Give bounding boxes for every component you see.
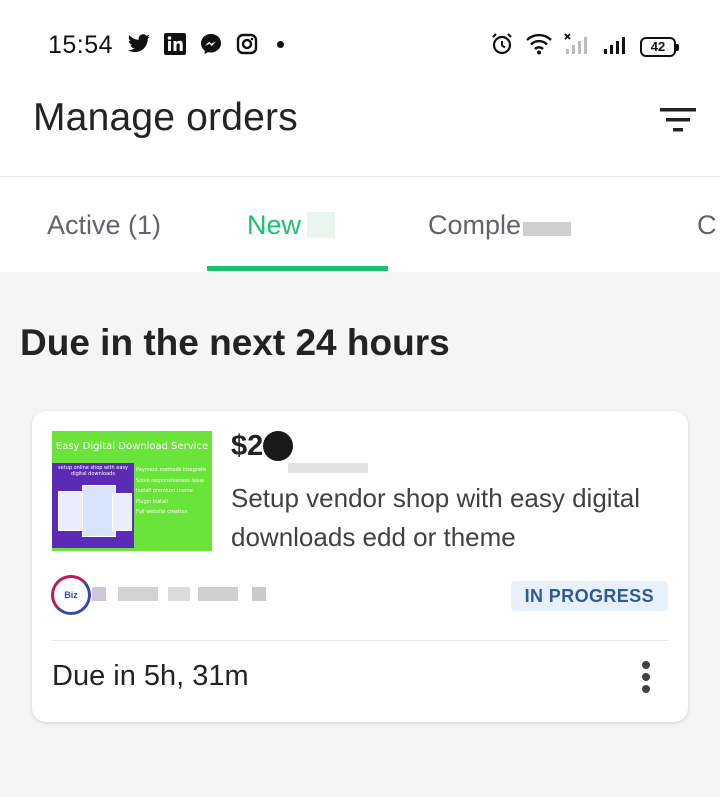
status-time: 15:54 [48, 31, 114, 59]
order-price: $2 [231, 430, 264, 462]
thumbnail-panel-text: setup online shop with easy digital down… [58, 465, 128, 477]
tab-active[interactable]: Active (1) [22, 177, 186, 272]
thumbnail-screen [58, 491, 84, 531]
filter-icon [660, 108, 696, 132]
blurred-text [523, 222, 572, 236]
thumbnail-feature-list: Payment methods integrate Solve responsi… [136, 465, 210, 518]
notification-dot-icon [277, 40, 284, 48]
status-bar: 15:54 42 [0, 0, 720, 88]
blurred-count [307, 212, 336, 238]
thumbnail-feature: Plugin Install [136, 498, 168, 505]
instagram-icon [235, 32, 259, 56]
more-dot [642, 661, 650, 669]
app-header: Manage orders [0, 88, 720, 176]
status-system-icons: 42 [490, 32, 679, 61]
thumbnail-feature: Solve responsiveness issue [136, 477, 205, 484]
blurred-username [168, 587, 190, 601]
order-description: Setup vendor shop with easy digital down… [231, 483, 641, 552]
redaction-dot [263, 431, 293, 461]
status-badge: IN PROGRESS [510, 581, 668, 611]
order-card[interactable]: Easy Digital Download Service setup onli… [32, 411, 688, 722]
alarm-icon [490, 32, 514, 61]
signal-icon [602, 33, 628, 60]
more-vertical-icon[interactable] [634, 657, 658, 697]
twitter-icon [127, 32, 151, 56]
blurred-text [288, 463, 368, 473]
tab-completed-label: Comple [428, 209, 522, 240]
thumbnail-feature: Full website creation [136, 509, 188, 515]
due-time: Due in 5h, 31m [52, 660, 249, 692]
section-title: Due in the next 24 hours [20, 322, 450, 363]
blurred-username [118, 587, 158, 601]
thumbnail-title: Easy Digital Download Service [55, 441, 209, 452]
thumbnail-feature: Payment methods integrate [136, 467, 206, 473]
wifi-icon [526, 33, 552, 60]
filter-button[interactable] [656, 98, 700, 142]
tab-cancelled[interactable]: C [697, 177, 720, 272]
thumbnail-screen [82, 485, 116, 537]
thumbnail-feature: Install premium theme [136, 488, 193, 494]
more-dot [642, 673, 650, 681]
battery-icon: 42 [640, 36, 679, 57]
status-app-icons [127, 32, 284, 56]
linkedin-icon [163, 32, 187, 56]
tab-completed[interactable]: Comple [428, 177, 628, 272]
page-title: Manage orders [33, 96, 298, 139]
tab-new-label: New [247, 209, 302, 240]
buyer-avatar[interactable]: Biz [51, 575, 91, 615]
thumbnail-screen [112, 493, 132, 531]
thumbnail-panel: setup online shop with easy digital down… [52, 463, 134, 548]
avatar-text: Biz [64, 590, 78, 600]
tab-indicator [207, 266, 388, 271]
blurred-username [92, 587, 106, 601]
tab-new[interactable]: New [207, 177, 388, 272]
messenger-icon [199, 32, 223, 56]
gig-thumbnail: Easy Digital Download Service setup onli… [52, 431, 212, 551]
no-signal-icon [564, 33, 590, 60]
more-dot [642, 685, 650, 693]
card-divider [52, 640, 668, 641]
order-tabs: Active (1) New Comple C [0, 176, 720, 272]
blurred-username [252, 587, 266, 601]
blurred-username [198, 587, 238, 601]
